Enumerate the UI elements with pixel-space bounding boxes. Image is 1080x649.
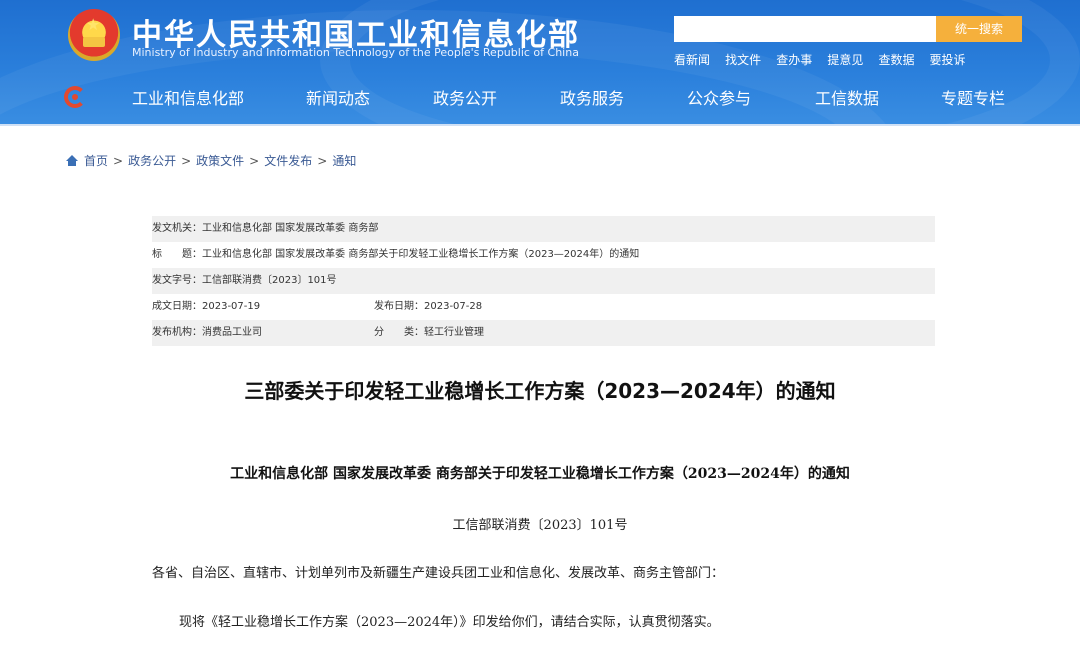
article-title: 三部委关于印发轻工业稳增长工作方案（2023—2024年）的通知 [244, 379, 836, 403]
meta-value: 工信部联消费〔2023〕101号 [202, 275, 337, 286]
meta-label: 发文机关： [152, 223, 202, 234]
meta-label: 发布日期： [374, 301, 424, 312]
search-button[interactable]: 统一搜索 [936, 16, 1022, 42]
breadcrumb-separator: > [317, 154, 328, 168]
meta-value: 工业和信息化部 国家发展改革委 商务部关于印发轻工业稳增长工作方案（2023—2… [202, 249, 640, 260]
quick-links: 看新闻 找文件 查办事 提意见 查数据 要投诉 [674, 49, 976, 68]
meta-label: 分 类： [374, 327, 424, 338]
meta-row-dates: 成文日期：2023-07-19 发布日期：2023-07-28 [152, 294, 935, 320]
meta-label: 成文日期： [152, 301, 202, 312]
meta-row-issuer: 发文机关：工业和信息化部 国家发展改革委 商务部 [152, 216, 935, 242]
breadcrumb-separator: > [113, 154, 124, 168]
nav-item-news[interactable]: 新闻动态 [306, 85, 370, 109]
breadcrumb-release[interactable]: 文件发布 [264, 154, 312, 168]
meta-label: 标 题： [152, 249, 202, 260]
site-subtitle: Ministry of Industry and Information Tec… [132, 46, 579, 59]
nav-item-ministry[interactable]: 工业和信息化部 [132, 85, 244, 109]
nav-item-public[interactable]: 公众参与 [687, 85, 751, 109]
ministry-logo-icon[interactable] [64, 86, 86, 108]
header-divider [0, 124, 1080, 126]
nav-item-topics[interactable]: 专题专栏 [941, 85, 1005, 109]
breadcrumb-affairs[interactable]: 政务公开 [128, 154, 176, 168]
breadcrumb-home[interactable]: 首页 [84, 154, 108, 168]
document-number: 工信部联消费〔2023〕101号 [452, 518, 628, 533]
home-icon[interactable] [66, 155, 78, 166]
meta-value: 2023-07-19 [202, 301, 261, 312]
breadcrumb-separator: > [249, 154, 260, 168]
meta-row-org: 发布机构：消费品工业司 分 类：轻工行业管理 [152, 320, 935, 346]
meta-row-doc-number: 发文字号：工信部联消费〔2023〕101号 [152, 268, 935, 294]
meta-label: 发布机构： [152, 327, 202, 338]
site-header: ★ 中华人民共和国工业和信息化部 Ministry of Industry an… [0, 0, 1080, 126]
breadcrumb: 首页 > 政务公开 > 政策文件 > 文件发布 > 通知 [66, 152, 356, 169]
document-salutation: 各省、自治区、直辖市、计划单列市及新疆生产建设兵团工业和信息化、发展改革、商务主… [152, 566, 725, 581]
nav-item-affairs[interactable]: 政务公开 [433, 85, 497, 109]
nav-item-services[interactable]: 政务服务 [560, 85, 624, 109]
breadcrumb-policy[interactable]: 政策文件 [196, 154, 244, 168]
breadcrumb-separator: > [181, 154, 192, 168]
national-emblem-icon[interactable]: ★ [68, 9, 120, 61]
meta-value: 2023-07-28 [424, 301, 483, 312]
quick-link-services[interactable]: 查办事 [776, 53, 812, 67]
quick-link-news[interactable]: 看新闻 [674, 53, 710, 67]
document-metadata: 发文机关：工业和信息化部 国家发展改革委 商务部 标 题：工业和信息化部 国家发… [152, 216, 935, 346]
search-input[interactable] [674, 16, 936, 42]
meta-label: 发文字号： [152, 275, 202, 286]
meta-value: 轻工行业管理 [424, 327, 484, 338]
quick-link-complaint[interactable]: 要投诉 [930, 53, 966, 67]
quick-link-feedback[interactable]: 提意见 [827, 53, 863, 67]
nav-item-data[interactable]: 工信数据 [815, 85, 879, 109]
quick-link-files[interactable]: 找文件 [725, 53, 761, 67]
meta-value: 消费品工业司 [202, 327, 262, 338]
quick-link-data[interactable]: 查数据 [878, 53, 914, 67]
breadcrumb-notice[interactable]: 通知 [332, 154, 356, 168]
document-heading: 工业和信息化部 国家发展改革委 商务部关于印发轻工业稳增长工作方案（2023—2… [230, 466, 850, 482]
meta-value: 工业和信息化部 国家发展改革委 商务部 [202, 223, 379, 234]
meta-row-title: 标 题：工业和信息化部 国家发展改革委 商务部关于印发轻工业稳增长工作方案（20… [152, 242, 935, 268]
document-body-paragraph: 现将《轻工业稳增长工作方案（2023—2024年）》印发给你们，请结合实际，认真… [179, 615, 720, 630]
